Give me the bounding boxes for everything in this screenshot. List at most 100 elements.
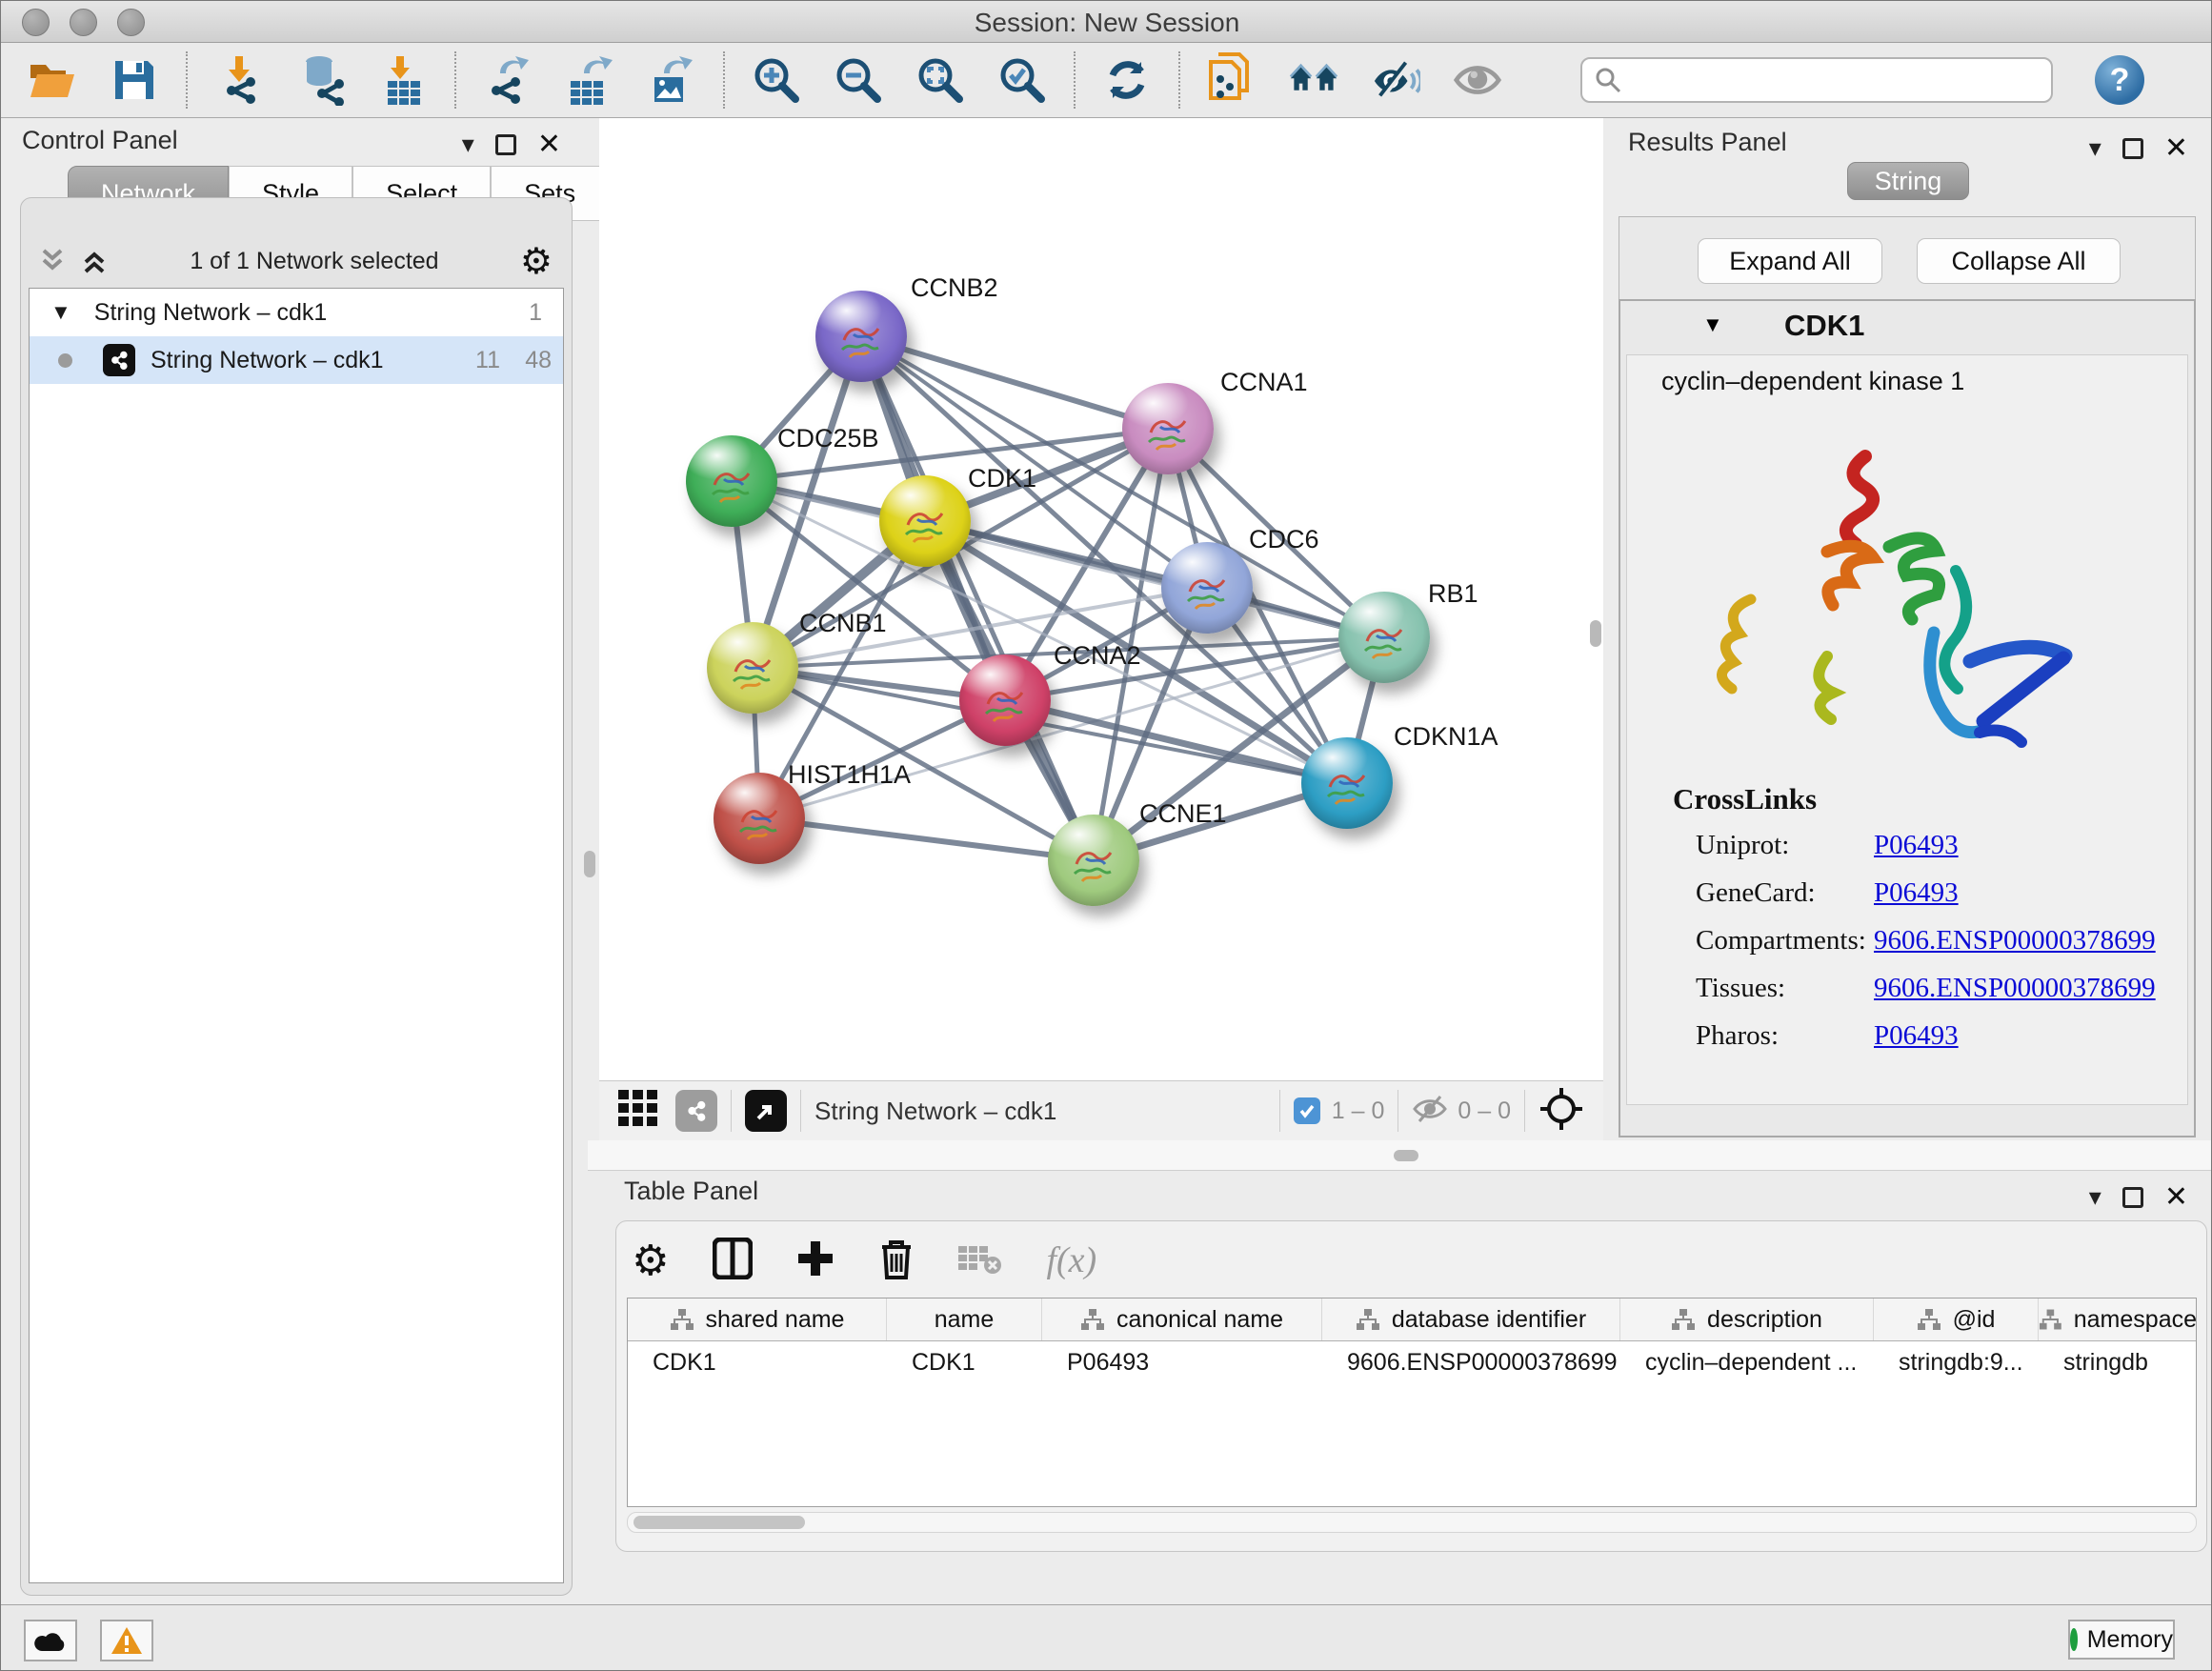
collapse-all-icon[interactable] [38, 247, 67, 275]
cloud-status-button[interactable] [24, 1620, 77, 1661]
refresh-view-icon[interactable] [1102, 55, 1152, 105]
column-header-shared-name[interactable]: shared name [628, 1299, 887, 1340]
table-row[interactable]: CDK1CDK1P064939606.ENSP00000378699cyclin… [628, 1341, 2196, 1383]
help-button[interactable]: ? [2095, 55, 2144, 105]
cytoscape-window: Session: New Session [0, 0, 2212, 1671]
hide-selected-icon[interactable] [1371, 55, 1420, 105]
network-file-icon[interactable] [1207, 55, 1257, 105]
cloud-icon [33, 1628, 68, 1653]
warning-status-button[interactable] [100, 1620, 153, 1661]
float-panel-icon[interactable] [2122, 1187, 2143, 1208]
tab-string[interactable]: String [1847, 162, 1970, 200]
crosslink-link[interactable]: 9606.ENSP00000378699 [1874, 973, 2156, 1004]
expand-all-button[interactable]: Expand All [1698, 238, 1882, 284]
table-horizontal-scrollbar[interactable] [627, 1512, 2197, 1533]
network-node-CCNA1[interactable] [1122, 383, 1214, 474]
bar-separator [1524, 1090, 1525, 1132]
crosslink-link[interactable]: 9606.ENSP00000378699 [1874, 925, 2156, 956]
table-toolbar: ⚙ f(x) [632, 1231, 1096, 1290]
string-view-icon[interactable] [675, 1090, 717, 1132]
import-network-file-icon[interactable] [214, 55, 264, 105]
column-header-canonical-name[interactable]: canonical name [1042, 1299, 1322, 1340]
column-header-description[interactable]: description [1620, 1299, 1874, 1340]
node-label-CCNB2: CCNB2 [911, 273, 998, 303]
network-node-CDK1[interactable] [879, 475, 971, 567]
table-header-row: shared namenamecanonical namedatabase id… [628, 1299, 2196, 1341]
gene-collapse-icon[interactable]: ▼ [1702, 312, 1723, 337]
network-node-CCNB1[interactable] [707, 622, 798, 714]
open-in-browser-icon[interactable] [745, 1090, 787, 1132]
crosslink-link[interactable]: P06493 [1874, 1020, 1959, 1052]
collection-expand-icon[interactable]: ▼ [50, 300, 71, 325]
column-header-name[interactable]: name [887, 1299, 1042, 1340]
add-column-icon[interactable] [796, 1239, 835, 1282]
scrollbar-thumb[interactable] [633, 1516, 805, 1529]
zoom-fit-icon[interactable] [915, 55, 965, 105]
network-node-CCNB2[interactable] [815, 291, 907, 382]
birdseye-grid-icon[interactable] [618, 1090, 660, 1133]
zoom-out-icon[interactable] [834, 55, 883, 105]
column-header--id[interactable]: @id [1874, 1299, 2039, 1340]
expand-all-icon[interactable] [80, 247, 109, 275]
close-panel-icon[interactable]: ✕ [2164, 1180, 2188, 1214]
network-selection-status: 1 of 1 Network selected [109, 248, 520, 275]
network-node-RB1[interactable] [1338, 592, 1430, 683]
node-label-HIST1H1A: HIST1H1A [788, 760, 911, 790]
search-input[interactable] [1622, 66, 2022, 95]
crosslink-label: Uniprot: [1696, 830, 1874, 861]
export-image-icon[interactable] [647, 55, 696, 105]
memory-button[interactable]: Memory [2068, 1620, 2175, 1660]
fit-selected-crosshair-icon[interactable] [1538, 1086, 1584, 1137]
search-box[interactable] [1580, 57, 2053, 103]
crosslinks-list: Uniprot:P06493GeneCard:P06493Compartment… [1696, 830, 2172, 1068]
show-columns-icon[interactable] [713, 1238, 753, 1284]
export-network-icon[interactable] [483, 55, 533, 105]
open-session-icon[interactable] [28, 55, 77, 105]
selected-checkbox-icon[interactable] [1294, 1097, 1320, 1124]
import-network-database-icon[interactable] [296, 55, 346, 105]
close-panel-icon[interactable]: ✕ [2164, 131, 2188, 165]
network-options-gear-icon[interactable]: ⚙ [520, 240, 553, 283]
left-divider-handle[interactable] [584, 851, 595, 877]
network-collection-row[interactable]: ▼ String Network – cdk1 1 [30, 289, 563, 336]
crosslink-link[interactable]: P06493 [1874, 830, 1959, 861]
first-neighbors-icon[interactable] [1289, 55, 1338, 105]
network-node-CDC6[interactable] [1161, 542, 1253, 634]
zoom-in-icon[interactable] [752, 55, 801, 105]
string-network-icon [103, 344, 135, 376]
network-canvas[interactable]: CCNB2 CCNA1 CDC25B CDK1 CDC6 [599, 118, 1603, 1080]
table-options-gear-icon[interactable]: ⚙ [632, 1237, 669, 1285]
import-table-icon[interactable] [378, 55, 428, 105]
network-node-CDKN1A[interactable] [1301, 737, 1393, 829]
column-header-namespace[interactable]: namespace [2039, 1299, 2197, 1340]
network-node-CCNE1[interactable] [1048, 815, 1139, 906]
horizontal-divider-handle[interactable] [1394, 1150, 1418, 1161]
network-node-CDC25B[interactable] [686, 435, 777, 527]
float-panel-icon[interactable] [2122, 138, 2143, 159]
panel-menu-icon[interactable]: ▾ [2089, 1182, 2101, 1212]
network-row[interactable]: String Network – cdk1 11 48 [30, 336, 563, 384]
node-table: shared namenamecanonical namedatabase id… [627, 1298, 2197, 1507]
network-edge-CCNE1-HIST1H1A[interactable] [759, 818, 1094, 860]
panel-menu-icon[interactable]: ▾ [462, 130, 474, 159]
network-node-CCNA2[interactable] [959, 654, 1051, 746]
panel-menu-icon[interactable]: ▾ [2089, 133, 2101, 163]
gene-header-row[interactable]: ▼ CDK1 [1620, 301, 2194, 351]
current-network-name: String Network – cdk1 [814, 1097, 1056, 1126]
export-table-icon[interactable] [565, 55, 614, 105]
zoom-selected-icon[interactable] [997, 55, 1047, 105]
horizontal-splitter[interactable] [588, 1140, 2212, 1171]
save-session-icon[interactable] [110, 55, 159, 105]
table-panel-title: Table Panel [624, 1177, 758, 1206]
close-panel-icon[interactable]: ✕ [537, 128, 561, 161]
crosslink-label: GeneCard: [1696, 877, 1874, 909]
float-panel-icon[interactable] [495, 134, 516, 155]
bar-separator [1279, 1090, 1280, 1132]
collapse-all-button[interactable]: Collapse All [1917, 238, 2121, 284]
column-header-database-identifier[interactable]: database identifier [1322, 1299, 1620, 1340]
show-all-icon[interactable] [1453, 55, 1502, 105]
crosslink-link[interactable]: P06493 [1874, 877, 1959, 909]
right-divider-handle[interactable] [1590, 620, 1601, 647]
delete-column-icon[interactable] [878, 1238, 915, 1284]
network-view-toolbar: String Network – cdk1 1 – 0 0 – 0 [599, 1080, 1603, 1140]
